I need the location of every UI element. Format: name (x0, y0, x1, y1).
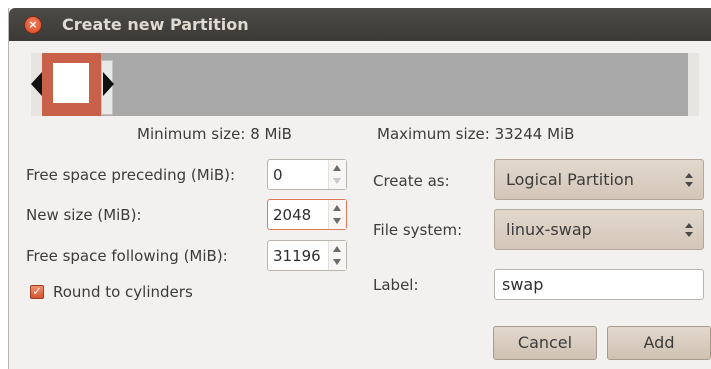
spin-up-icon[interactable] (333, 165, 341, 171)
create-as-dropdown[interactable]: Logical Partition (494, 159, 704, 200)
maximum-size-label: Maximum size: 33244 MiB (377, 125, 575, 143)
cancel-button[interactable]: Cancel (493, 326, 597, 360)
free-preceding-value[interactable]: 0 (273, 166, 283, 184)
free-following-value[interactable]: 31196 (273, 247, 321, 265)
file-system-value: linux-swap (506, 220, 592, 239)
round-to-cylinders-checkbox[interactable]: ✓ (30, 285, 44, 299)
updown-arrows-icon (685, 223, 693, 239)
new-partition-block[interactable] (42, 53, 101, 116)
partition-label-input[interactable] (494, 269, 704, 300)
new-size-value[interactable]: 2048 (273, 206, 311, 224)
free-preceding-spinner[interactable]: 0 (267, 159, 347, 190)
new-partition-fill (53, 63, 89, 103)
free-following-spinner[interactable]: 31196 (267, 240, 347, 271)
free-following-stepper (328, 241, 346, 270)
partition-size-bar[interactable] (31, 53, 699, 116)
free-preceding-label: Free space preceding (MiB): (26, 166, 236, 184)
close-icon[interactable]: × (24, 16, 42, 34)
round-to-cylinders-label[interactable]: Round to cylinders (53, 283, 193, 301)
free-following-label: Free space following (MiB): (26, 247, 228, 265)
spin-down-icon[interactable] (333, 178, 341, 184)
resize-handle-right-icon[interactable] (103, 72, 114, 96)
resize-handle-left-icon[interactable] (31, 72, 42, 96)
unallocated-space (42, 53, 688, 116)
spin-down-icon[interactable] (333, 218, 341, 224)
titlebar: × Create new Partition (9, 8, 711, 41)
new-size-label: New size (MiB): (26, 206, 142, 224)
create-as-label: Create as: (373, 172, 450, 190)
new-size-spinner[interactable]: 2048 (267, 199, 347, 230)
updown-arrows-icon (685, 173, 693, 189)
spin-up-icon[interactable] (333, 205, 341, 211)
partition-label-label: Label: (373, 276, 419, 294)
create-partition-dialog: × Create new Partition Minimum size: 8 M… (8, 8, 711, 369)
spin-down-icon[interactable] (333, 259, 341, 265)
window-title: Create new Partition (62, 15, 249, 34)
minimum-size-label: Minimum size: 8 MiB (137, 125, 292, 143)
free-preceding-stepper (328, 160, 346, 189)
new-size-stepper (328, 200, 346, 229)
add-button[interactable]: Add (607, 326, 711, 360)
file-system-dropdown[interactable]: linux-swap (494, 209, 704, 250)
spin-up-icon[interactable] (333, 246, 341, 252)
file-system-label: File system: (373, 221, 463, 239)
create-as-value: Logical Partition (506, 170, 634, 189)
